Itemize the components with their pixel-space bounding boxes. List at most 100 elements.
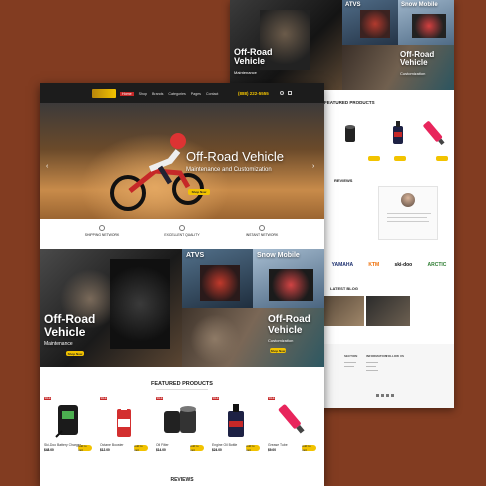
featured-products-title: FEATURED PRODUCTS	[151, 381, 213, 387]
back-add-cart-2[interactable]	[394, 156, 406, 161]
sale-badge: SALE	[268, 397, 275, 400]
back-tile-offroad-left[interactable]: Off-Road Vehicle Maintenance	[230, 0, 342, 90]
social-icons[interactable]	[376, 394, 396, 397]
tile-offroad-customization-sub: Customization	[268, 338, 294, 343]
back-reviews-title: REVIEWS	[334, 178, 353, 183]
site-logo[interactable]	[92, 89, 116, 98]
hero-title: Off-Road Vehicle	[186, 149, 285, 164]
sale-badge: SALE	[100, 397, 107, 400]
back-blog-post-1[interactable]	[324, 296, 364, 326]
add-to-cart-button[interactable]: Add to cart	[134, 444, 148, 452]
back-product-tube-icon	[420, 118, 448, 148]
product-card[interactable]: SALE Octane Booster $12.00 Add to cart	[98, 395, 150, 459]
hero-subtitle: Maintenance and Customization	[186, 167, 272, 173]
truck-icon	[99, 225, 105, 231]
nav-shop[interactable]: Shop	[139, 92, 147, 96]
back-tile-offroad-right[interactable]: Off-Road Vehicle Customization	[342, 45, 454, 90]
footer-col-section: SECTION	[344, 354, 358, 358]
brand-yamaha[interactable]: YAMAHA	[332, 262, 353, 268]
header-phone[interactable]: (888) 222-5555	[238, 91, 269, 96]
feature-quality: EXCELLENT QUALITY	[157, 225, 207, 249]
back-tile-offroad-left-title: Off-Road Vehicle	[234, 47, 273, 66]
back-featured-title: FEATURED PRODUCTS	[324, 100, 375, 105]
hero-next-arrow-icon[interactable]: ›	[312, 163, 314, 170]
tile-offroad-maintenance[interactable]: Off-Road Vehicle Maintenance Shop Now	[40, 249, 182, 367]
tile-snowmobile[interactable]: Snow Mobile	[253, 249, 324, 308]
search-icon[interactable]	[280, 91, 284, 95]
hero-banner: Off-Road Vehicle Maintenance and Customi…	[40, 103, 324, 219]
filter-icon	[164, 406, 196, 433]
back-tile-atvs-title: ATVS	[345, 2, 361, 8]
tile-offroad-customization-title: Off-Road Vehicle	[268, 314, 311, 336]
main-nav: Home Shop Brands Categories Pages Contac…	[120, 92, 223, 96]
front-page-preview: Home Shop Brands Categories Pages Contac…	[40, 83, 324, 486]
product-card[interactable]: SALE Ski-Doo Battery Charger $48.00 Add …	[42, 395, 94, 459]
feature-network-title: INSTANT NETWORK	[245, 233, 279, 237]
back-tile-offroad-left-sub: Maintenance	[234, 70, 257, 75]
product-price: $12.00	[100, 448, 110, 452]
add-to-cart-button[interactable]: Add to cart	[78, 444, 92, 452]
tile-offroad-maintenance-button[interactable]: Shop Now	[66, 351, 84, 356]
brand-skidoo[interactable]: ski-doo	[394, 262, 412, 268]
product-name[interactable]: Engine Oil Bottle	[212, 443, 237, 447]
product-card[interactable]: SALE Oil Filter $14.00 Add to cart	[154, 395, 206, 459]
features-row: SHIPPING NETWORK EXCELLENT QUALITY INSTA…	[40, 219, 324, 249]
brand-arctic[interactable]: ARCTIC	[427, 262, 446, 268]
feature-quality-title: EXCELLENT QUALITY	[164, 233, 200, 237]
oil-icon	[228, 404, 244, 437]
feature-network: INSTANT NETWORK	[237, 225, 287, 249]
cart-icon[interactable]	[288, 91, 292, 95]
product-card[interactable]: SALE Grease Tube $9.00 Add to cart	[266, 395, 318, 459]
add-to-cart-button[interactable]: Add to cart	[302, 444, 316, 452]
hero-shop-button[interactable]: Shop Now	[188, 189, 210, 195]
back-tile-offroad-right-title: Off-Road Vehicle	[400, 50, 435, 67]
nav-categories[interactable]: Categories	[168, 92, 185, 96]
back-blog-post-2[interactable]	[366, 296, 410, 326]
tile-offroad-maintenance-sub: Maintenance	[44, 341, 73, 347]
product-price: $9.00	[268, 448, 276, 452]
product-card[interactable]: SALE Engine Oil Bottle $24.00 Add to car…	[210, 395, 262, 459]
back-latest-blog-title: LATEST BLOG	[330, 286, 358, 291]
sale-badge: SALE	[156, 397, 163, 400]
product-price: $24.00	[212, 448, 222, 452]
back-tile-offroad-right-sub: Customization	[400, 71, 426, 76]
product-name[interactable]: Octane Booster	[100, 443, 124, 447]
tile-snowmobile-title: Snow Mobile	[257, 252, 300, 259]
tube-icon	[278, 404, 305, 434]
back-footer: SECTION INFORMATION FOLLOW US	[324, 344, 454, 408]
reviews-title: REVIEWS	[170, 477, 194, 483]
tile-offroad-customization[interactable]: Off-Road Vehicle Customization Shop Now	[182, 308, 324, 367]
add-to-cart-button[interactable]: Add to cart	[246, 444, 260, 452]
back-tile-snowmobile-title: Snow Mobile	[401, 2, 438, 8]
nav-home[interactable]: Home	[120, 92, 134, 96]
product-name[interactable]: Ski-Doo Battery Charger	[44, 443, 81, 447]
hero-prev-arrow-icon[interactable]: ‹	[46, 163, 48, 170]
product-price: $48.00	[44, 448, 54, 452]
back-product-filter-icon	[342, 124, 358, 144]
nav-brands[interactable]: Brands	[152, 92, 163, 96]
feature-shipping-title: SHIPPING NETWORK	[84, 233, 120, 237]
tile-offroad-maintenance-title: Off-Road Vehicle	[44, 312, 96, 339]
nav-pages[interactable]: Pages	[191, 92, 201, 96]
product-name[interactable]: Oil Filter	[156, 443, 169, 447]
tile-atvs-title: ATVS	[186, 252, 205, 259]
back-add-cart-3[interactable]	[436, 156, 448, 161]
back-brands-strip: YAMAHA KTM ski-doo ARCTIC	[324, 254, 454, 276]
sale-badge: SALE	[44, 397, 51, 400]
tile-offroad-customization-button[interactable]: Shop Now	[270, 348, 286, 353]
brand-ktm[interactable]: KTM	[368, 262, 379, 268]
tile-atvs[interactable]: ATVS	[182, 249, 253, 308]
back-tile-atvs[interactable]: ATVS	[342, 0, 398, 45]
back-add-cart-1[interactable]	[368, 156, 380, 161]
bottle-icon	[117, 403, 131, 437]
footer-col-follow: FOLLOW US	[386, 354, 404, 358]
sale-badge: SALE	[212, 397, 219, 400]
product-name[interactable]: Grease Tube	[268, 443, 288, 447]
back-tile-snowmobile[interactable]: Snow Mobile	[398, 0, 454, 45]
feature-shipping: SHIPPING NETWORK	[77, 225, 127, 249]
nav-contact[interactable]: Contact	[206, 92, 218, 96]
add-to-cart-button[interactable]: Add to cart	[190, 444, 204, 452]
charger-icon	[55, 405, 78, 438]
car-icon	[259, 225, 265, 231]
site-header: Home Shop Brands Categories Pages Contac…	[40, 83, 324, 103]
